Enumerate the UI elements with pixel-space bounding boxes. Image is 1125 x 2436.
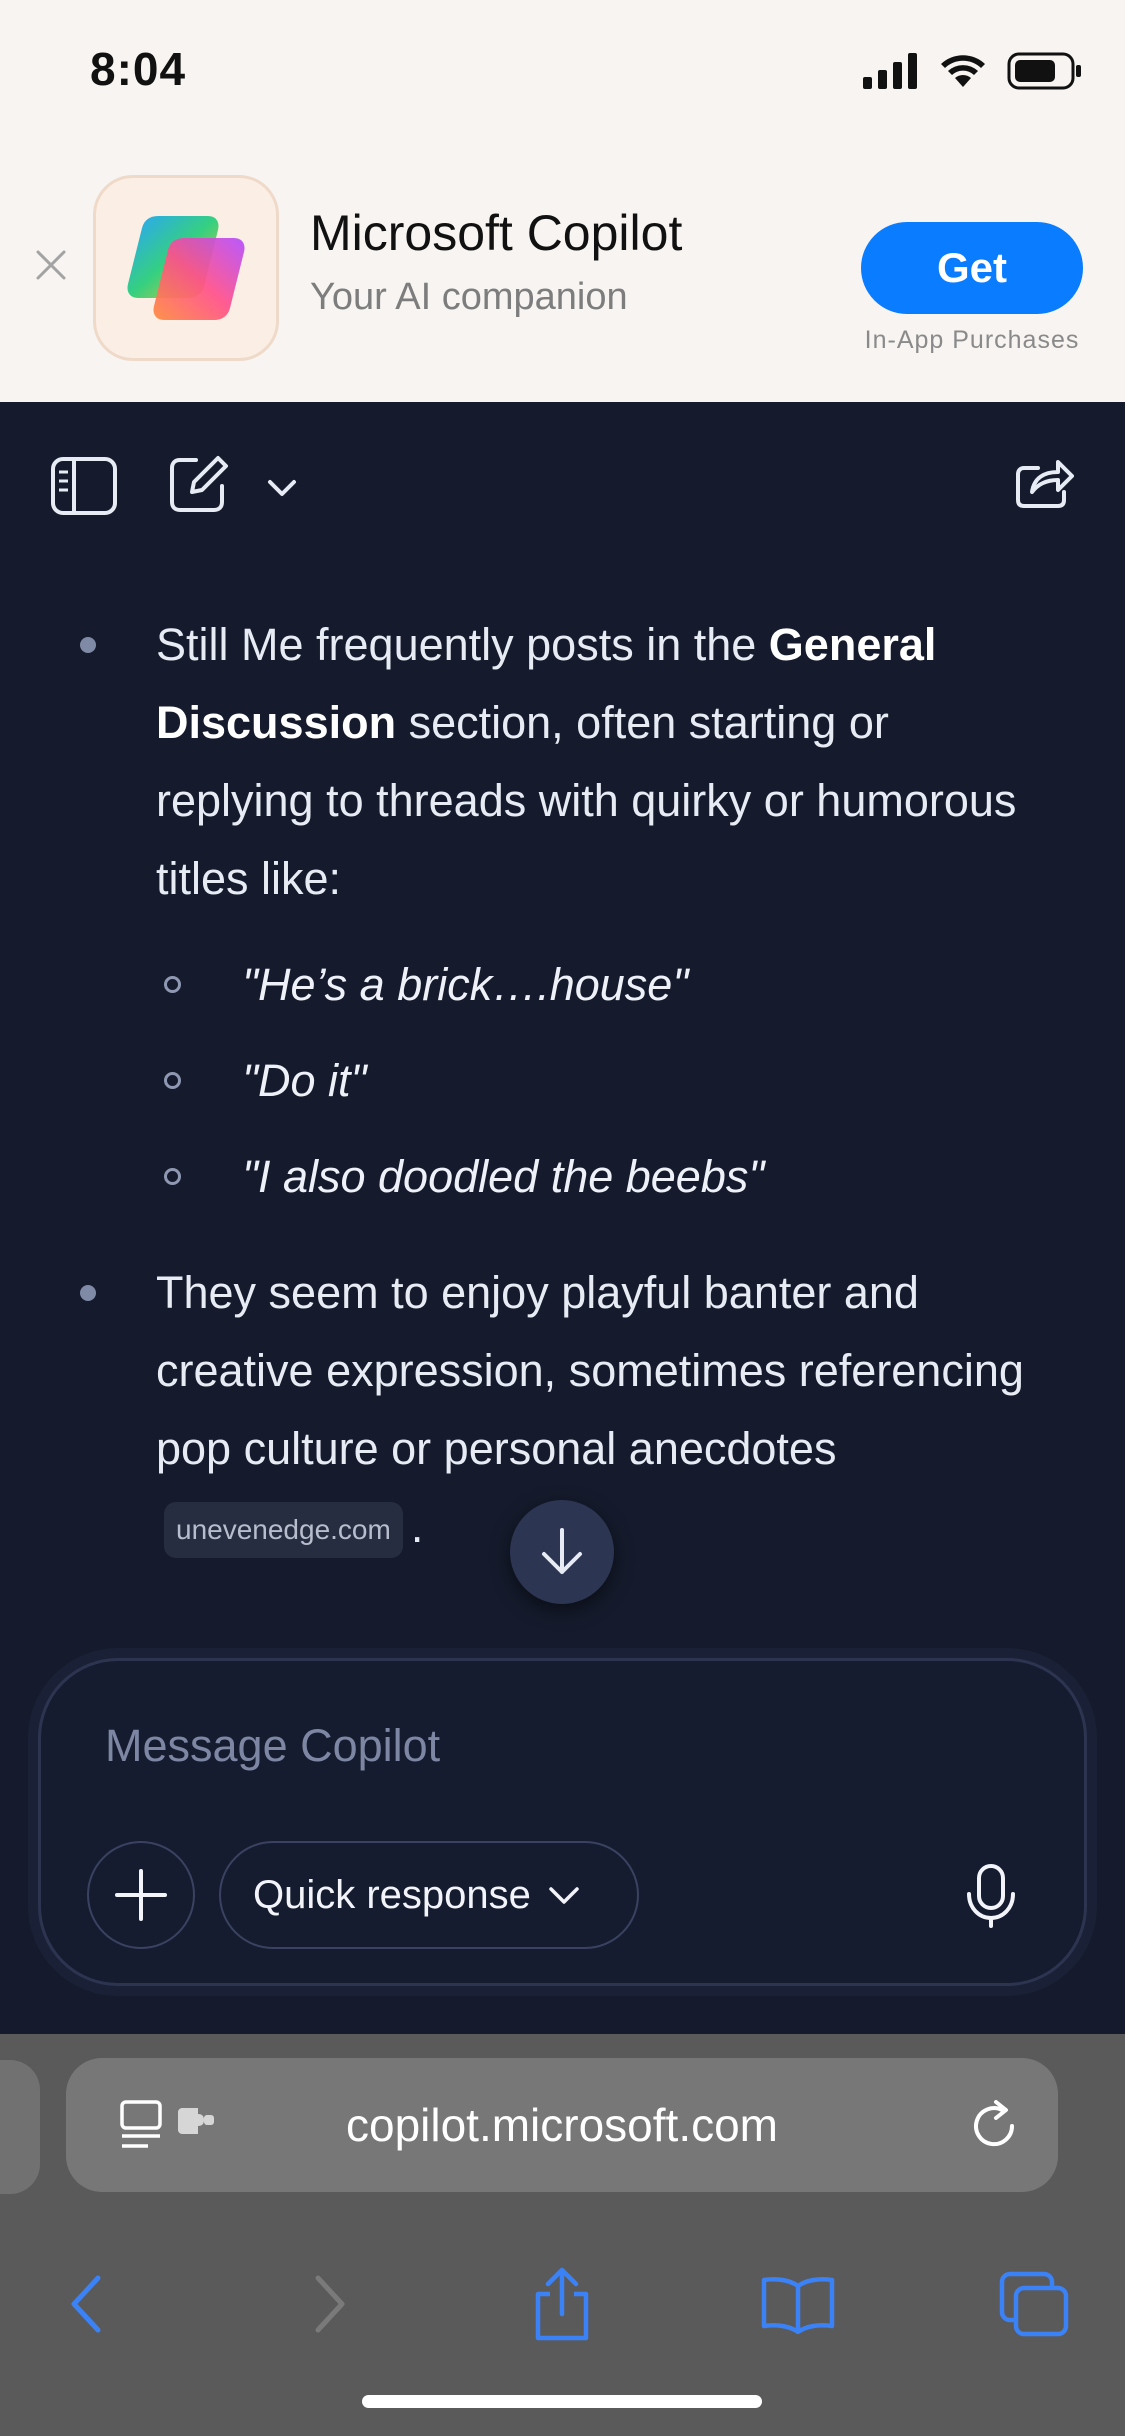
message-composer: Quick response bbox=[38, 1658, 1087, 1986]
scroll-to-bottom-button[interactable] bbox=[510, 1500, 614, 1604]
address-bar[interactable]: copilot.microsoft.com bbox=[66, 2058, 1058, 2192]
message-input[interactable] bbox=[105, 1711, 1005, 1781]
wifi-icon bbox=[941, 55, 985, 87]
top-band: 8:04 Microsoft Copilot Your AI companion… bbox=[0, 0, 1125, 402]
sidebar-icon[interactable] bbox=[50, 456, 118, 516]
add-attachment-button[interactable] bbox=[87, 1841, 195, 1949]
bullet-trailing: . bbox=[410, 1501, 424, 1552]
list-item: Still Me frequently posts in the General… bbox=[156, 606, 1056, 918]
chevron-down-icon bbox=[549, 1887, 579, 1904]
browser-nav-row bbox=[0, 2234, 1125, 2374]
status-time: 8:04 bbox=[90, 43, 187, 95]
status-icons bbox=[863, 52, 1083, 90]
plus-icon bbox=[115, 1869, 167, 1921]
url-text: copilot.microsoft.com bbox=[345, 2099, 778, 2151]
chevron-down-icon[interactable] bbox=[266, 476, 298, 500]
share-icon bbox=[535, 2267, 589, 2341]
list-item: They seem to enjoy playful banter and cr… bbox=[156, 1254, 1056, 1566]
app-subtitle: Your AI companion bbox=[310, 276, 628, 318]
share-button[interactable] bbox=[522, 2264, 602, 2344]
book-icon bbox=[761, 2277, 835, 2334]
bullet-text: Still Me frequently posts in the bbox=[156, 619, 769, 670]
chevron-right-icon bbox=[315, 2275, 345, 2333]
screen: 8:04 Microsoft Copilot Your AI companion… bbox=[0, 0, 1125, 2436]
status-bar: 8:04 bbox=[0, 0, 1125, 140]
thread-title: "I also doodled the beebs" bbox=[242, 1151, 765, 1202]
bullet-marker bbox=[80, 1285, 96, 1301]
app-name: Microsoft Copilot bbox=[310, 205, 683, 261]
sub-bullet-marker bbox=[164, 1168, 181, 1185]
signal-icon bbox=[863, 53, 917, 89]
copilot-content: Still Me frequently posts in the General… bbox=[0, 402, 1125, 2034]
home-indicator[interactable] bbox=[362, 2395, 762, 2408]
tabs-button[interactable] bbox=[994, 2264, 1074, 2344]
battery-icon bbox=[1007, 52, 1081, 90]
forward-button[interactable] bbox=[290, 2264, 370, 2344]
response-mode-label: Quick response bbox=[253, 1872, 531, 1917]
share-icon[interactable] bbox=[1014, 454, 1074, 510]
bullet-text: They seem to enjoy playful banter and cr… bbox=[156, 1267, 1024, 1474]
bookmarks-button[interactable] bbox=[758, 2264, 838, 2344]
back-button[interactable] bbox=[46, 2264, 126, 2344]
new-chat-icon[interactable] bbox=[166, 452, 230, 516]
previous-tab-peek[interactable] bbox=[0, 2060, 40, 2194]
thread-title: "Do it" bbox=[242, 1055, 367, 1106]
copilot-logo-icon bbox=[127, 216, 245, 320]
response-mode-selector[interactable]: Quick response bbox=[219, 1841, 639, 1949]
in-app-purchases-note: In-App Purchases bbox=[864, 326, 1080, 354]
microphone-button[interactable] bbox=[946, 1851, 1036, 1941]
thread-title: "He’s a brick….house" bbox=[242, 959, 689, 1010]
app-store-banner: Microsoft Copilot Your AI companion Get … bbox=[0, 140, 1125, 402]
tabs-icon bbox=[999, 2271, 1069, 2337]
chevron-left-icon bbox=[71, 2275, 101, 2333]
arrow-down-icon bbox=[542, 1528, 582, 1574]
copilot-app-icon bbox=[93, 175, 279, 361]
close-icon[interactable] bbox=[34, 248, 68, 282]
bullet-marker bbox=[80, 637, 96, 653]
sub-bullet-marker bbox=[164, 1072, 181, 1089]
sub-bullet-marker bbox=[164, 976, 181, 993]
reload-icon[interactable] bbox=[966, 2098, 1022, 2154]
copilot-toolbar bbox=[0, 402, 1125, 572]
get-button[interactable]: Get bbox=[861, 222, 1083, 314]
microphone-icon bbox=[967, 1864, 1015, 1928]
citation-chip[interactable]: unevenedge.com bbox=[164, 1502, 403, 1559]
browser-toolbar: copilot.microsoft.com bbox=[0, 2034, 1125, 2436]
